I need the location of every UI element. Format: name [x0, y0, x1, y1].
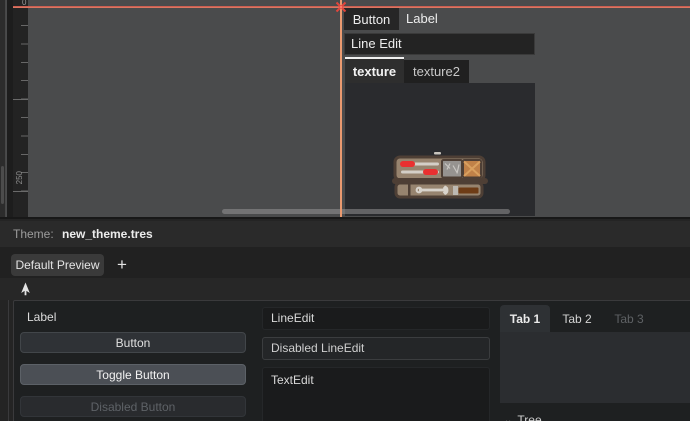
add-preview-button[interactable]: + [110, 254, 134, 276]
preview-tab-content-panel [500, 332, 690, 403]
scene-tab-texture[interactable]: texture [345, 57, 404, 83]
vertical-ruler: 250 [13, 0, 28, 217]
preview-tree-label: Tree [517, 413, 541, 421]
vertical-guide-line[interactable] [340, 0, 342, 217]
godot-editor-window: 250 0 Button Label Line Edit texture tex… [0, 0, 690, 421]
preview-tab-1[interactable]: Tab 1 [500, 305, 550, 332]
theme-preview-panel: Label Button Toggle Button Disabled Butt… [13, 300, 690, 421]
dock-edge-strip [0, 0, 6, 217]
preview-button[interactable]: Button [20, 332, 246, 353]
theme-label: Theme: [13, 221, 54, 247]
ruler-label: 250 [15, 171, 24, 184]
theme-file-name: new_theme.tres [62, 221, 153, 247]
ruler-tick [13, 99, 28, 100]
preview-tab-3: Tab 3 [604, 309, 654, 329]
scene-lineedit-node[interactable]: Line Edit [344, 33, 535, 55]
ruler-tick [13, 191, 28, 192]
preview-textedit[interactable]: TextEdit [262, 367, 490, 421]
chevron-down-icon: ⌄ [504, 415, 512, 421]
horizontal-guide-line[interactable] [13, 6, 690, 8]
preview-scroll-gutter[interactable] [8, 300, 9, 421]
toolbox-sprite[interactable] [392, 150, 488, 200]
pivot-cross-icon[interactable] [334, 0, 348, 14]
theme-editor-panel: Theme: new_theme.tres Default Preview + … [0, 217, 690, 421]
preview-disabled-lineedit: Disabled LineEdit [262, 337, 490, 360]
cursor-picker-icon [20, 282, 31, 296]
ui-picker-button[interactable] [16, 280, 34, 298]
preview-tab-bar: Default Preview + [0, 247, 690, 278]
preview-toolbar [0, 278, 690, 300]
preview-label: Label [27, 310, 56, 324]
theme-header-row: Theme: new_theme.tres [0, 221, 690, 247]
dock-edge-scrollbar[interactable] [1, 166, 4, 204]
tab-default-preview[interactable]: Default Preview [11, 254, 104, 276]
preview-disabled-button: Disabled Button [20, 396, 246, 417]
canvas-viewport[interactable]: 250 0 Button Label Line Edit texture tex… [0, 0, 690, 217]
scene-button-node[interactable]: Button [344, 8, 399, 30]
preview-toggle-button[interactable]: Toggle Button [20, 364, 246, 385]
scene-label-node[interactable]: Label [406, 8, 438, 30]
preview-lineedit[interactable]: LineEdit [262, 307, 490, 330]
scene-tab-texture2[interactable]: texture2 [404, 60, 469, 83]
preview-tree-header[interactable]: ⌄ Tree [504, 413, 542, 421]
viewport-horizontal-scrollbar[interactable] [222, 209, 510, 214]
preview-tab-2[interactable]: Tab 2 [552, 309, 602, 329]
ruler-ticks [21, 25, 28, 195]
